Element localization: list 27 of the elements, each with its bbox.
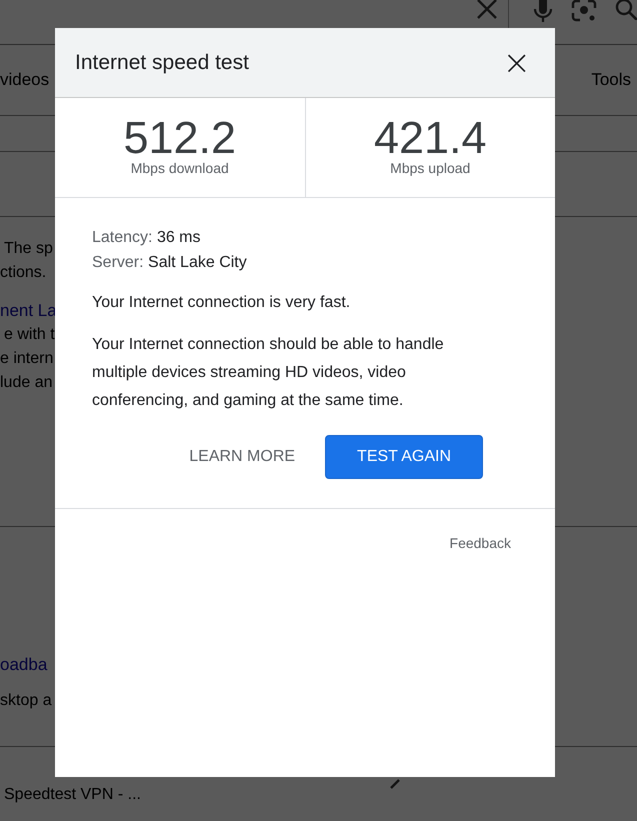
speed-label: Mbps upload [390,160,470,176]
search-icon[interactable] [615,0,637,20]
learn-more-button[interactable]: LEARN MORE [189,435,296,479]
result-link[interactable]: oadba [0,653,48,677]
dialog-title: Internet speed test [75,50,249,74]
result-snippet: e intern [0,349,54,369]
result-snippet: ctions. [0,263,46,283]
detail-line: Server: Salt Lake City [92,253,248,273]
microphone-icon[interactable] [533,0,553,22]
speed-value: 512.2 [123,116,236,160]
result-snippet: Speedtest VPN - ... [4,785,141,805]
search-tab[interactable]: videos [0,70,50,90]
result-snippet: sktop a [0,691,52,711]
close-button[interactable]: × [498,46,535,80]
tools-tab[interactable]: Tools [591,70,631,90]
test-again-button[interactable]: TEST AGAIN [325,435,483,479]
detail-line: Latency: 36 ms [92,228,202,248]
result-snippet: The sp [4,239,53,259]
result-snippet: e with t [4,325,55,345]
result-snippet: lude an [0,373,52,393]
description-text: Your Internet connection should be able to handle multiple devices streaming HD videos, video conferencing, and gaming at the same time. [92,335,445,411]
feedback-link[interactable]: Feedback [450,535,511,551]
camera-icon[interactable] [571,0,597,22]
verdict-text: Your Internet connection is very fast. [92,293,352,313]
speed-value: 421.4 [374,116,487,160]
close-icon[interactable] [476,0,498,20]
speed-label: Mbps download [130,160,229,176]
